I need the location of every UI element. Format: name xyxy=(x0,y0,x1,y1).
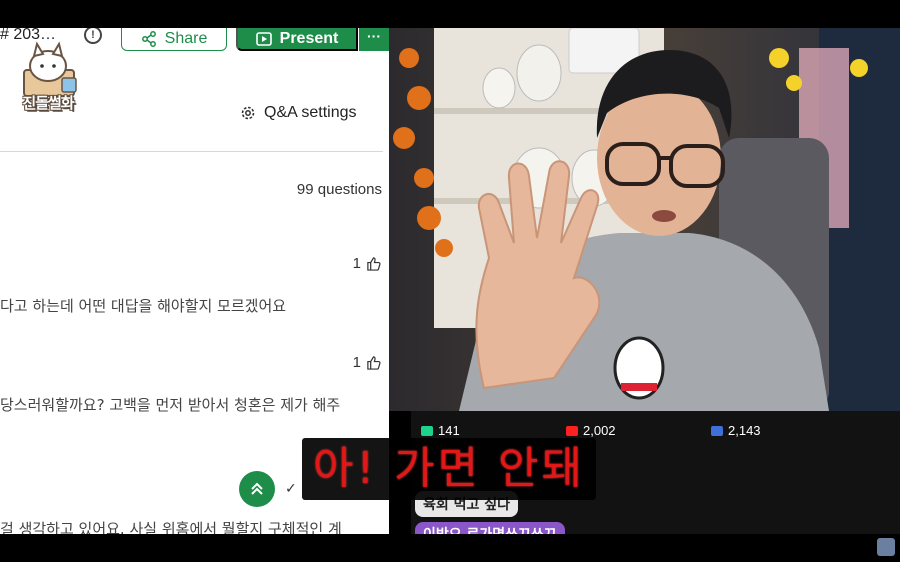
question-text: 걸 생각하고 있어요. 사실 위홈에서 뭘할지 구체적인 계 xyxy=(0,520,342,534)
webcam-feed xyxy=(389,28,900,411)
share-label: Share xyxy=(164,29,208,47)
cat-mascot-icon xyxy=(23,41,77,97)
like-counter[interactable]: 1 xyxy=(353,255,381,272)
gear-icon xyxy=(241,106,255,120)
share-button[interactable]: Share xyxy=(121,28,227,51)
like-counter[interactable]: 1 xyxy=(353,354,381,371)
present-button[interactable]: Present xyxy=(236,28,358,51)
info-icon[interactable]: ! xyxy=(84,28,102,44)
youtube-viewer-stat: 2,002 xyxy=(566,423,616,438)
qa-settings-label: Q&A settings xyxy=(264,104,357,121)
scroll-to-top-button[interactable] xyxy=(239,471,275,507)
double-chevron-up-icon xyxy=(251,482,263,495)
other-viewer-stat: 2,143 xyxy=(711,423,761,438)
letterbox-bottom xyxy=(0,534,900,562)
question-text: 다고 하는데 어떤 대답을 해야할지 모르겠어요 xyxy=(0,297,287,315)
platform-icon xyxy=(711,425,723,436)
chzzk-icon xyxy=(421,425,433,436)
thumbs-up-icon xyxy=(367,257,381,271)
share-icon xyxy=(141,30,156,47)
youtube-icon xyxy=(566,425,578,436)
channel-logo: 진돌썰화 xyxy=(10,40,86,112)
question-count: 99 questions xyxy=(296,181,382,198)
present-icon xyxy=(255,31,272,46)
subtitle-text: 아! 가면 안돼 xyxy=(312,443,585,494)
present-label: Present xyxy=(279,29,339,47)
like-count: 1 xyxy=(352,354,361,371)
thumbs-up-icon xyxy=(367,356,381,370)
check-icon[interactable]: ✓ xyxy=(285,481,297,497)
logo-text: 진돌썰화 xyxy=(22,94,74,112)
subtitle-caption: 아! 가면 안돼 xyxy=(302,438,596,500)
like-count: 1 xyxy=(352,255,361,272)
chat-message: 이방오 로가면쓰끄쓰끄 xyxy=(415,522,565,534)
more-options-button[interactable]: ··· xyxy=(359,28,389,51)
other-viewer-count: 2,143 xyxy=(728,423,761,438)
chzzk-viewer-stat: 141 xyxy=(421,423,460,438)
chzzk-viewer-count: 141 xyxy=(438,423,460,438)
webcam-image xyxy=(389,28,900,411)
channel-watermark-icon xyxy=(877,538,895,556)
letterbox-top xyxy=(0,0,900,28)
question-text: 당스러워할까요? 고백을 먼저 받아서 청혼은 제가 해주 xyxy=(0,396,341,414)
youtube-viewer-count: 2,002 xyxy=(583,423,616,438)
qa-settings-button[interactable]: Q&A settings xyxy=(240,104,357,122)
divider xyxy=(0,151,383,152)
